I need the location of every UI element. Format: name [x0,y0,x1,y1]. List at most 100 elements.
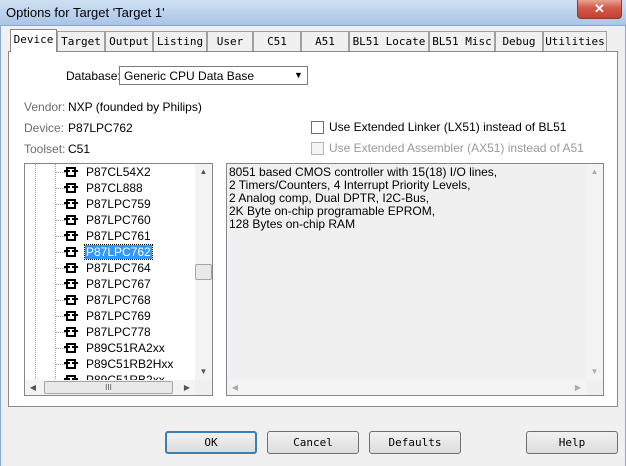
tree-item[interactable]: P87LPC768 [25,292,195,308]
vendor-value: NXP (founded by Philips) [68,100,202,114]
tree-connector-dash [56,364,65,365]
tree-connector-dash [56,188,65,189]
tree-horizontal-scrollbar[interactable]: ◀ III ▶ [25,380,195,395]
extended-linker-label[interactable]: Use Extended Linker (LX51) instead of BL… [329,120,566,134]
toolset-label: Toolset: [24,142,66,156]
scroll-right-icon[interactable]: ▶ [179,380,195,395]
tree-item-label: P87LPC761 [86,229,151,243]
ok-button[interactable]: OK [165,431,257,454]
device-label: Device: [24,121,65,135]
tab-target[interactable]: Target [57,31,105,51]
tab-device[interactable]: Device [10,29,57,52]
chip-icon [64,311,80,321]
tree-item[interactable]: P87LPC769 [25,308,195,324]
tree-item[interactable]: P87CL54X2 [25,164,195,180]
tab-utilities[interactable]: Utilities [543,31,607,51]
chip-icon [64,359,80,369]
tree-item-label: P87LPC760 [86,213,151,227]
tree-connector-dash [56,332,65,333]
tree-item-label: P87LPC762 [84,244,153,260]
tree-item[interactable]: P87LPC762 [25,244,195,260]
tree-vertical-scroll-thumb[interactable] [195,264,212,280]
chip-icon [64,247,80,257]
tree-connector-dash [56,300,65,301]
chip-icon [64,263,80,273]
description-horizontal-scrollbar[interactable]: ◀ ▶ [227,380,586,395]
tab-a51[interactable]: A51 [301,31,349,51]
scroll-down-icon[interactable]: ▼ [195,364,212,380]
tree-connector-dash [56,220,65,221]
tree-item-label: P87LPC764 [86,261,151,275]
tree-vertical-scrollbar[interactable]: ▲ ▼ [195,164,212,380]
extended-assembler-checkbox[interactable] [311,142,324,155]
tree-horizontal-scroll-thumb[interactable]: III [44,381,173,394]
tree-item[interactable]: P87CL888 [25,180,195,196]
chip-icon [64,231,80,241]
tree-connector-dash [56,268,65,269]
device-value: P87LPC762 [68,121,133,135]
tab-user[interactable]: User [207,31,253,51]
tree-item[interactable]: P87LPC764 [25,260,195,276]
tree-item-label: P87LPC769 [86,309,151,323]
chip-icon [64,183,80,193]
tab-output[interactable]: Output [105,31,153,51]
tree-item[interactable]: P87LPC759 [25,196,195,212]
chip-icon [64,343,80,353]
tree-item-label: P87LPC767 [86,277,151,291]
tree-connector-dash [56,316,65,317]
toolset-value: C51 [68,142,91,156]
tab-c51[interactable]: C51 [253,31,301,51]
tree-item[interactable]: P89C51RB2Hxx [25,356,195,372]
tree-item[interactable]: P89C51RA2xx [25,340,195,356]
database-select[interactable]: Generic CPU Data Base ▼ [119,66,308,85]
tree-connector-dash [56,252,65,253]
database-label: Database: [66,69,121,83]
tree-item-label: P87LPC768 [86,293,151,307]
scrollbar-corner [195,380,212,395]
scroll-left-icon[interactable]: ◀ [227,380,243,395]
tree-item-label: P87LPC759 [86,197,151,211]
device-description[interactable]: 8051 based CMOS controller with 15(18) I… [226,163,604,396]
tree-connector-dash [56,284,65,285]
tree-connector-dash [56,236,65,237]
window-title: Options for Target 'Target 1' [6,5,165,20]
tree-item[interactable]: P87LPC778 [25,324,195,340]
tree-connector-dash [56,348,65,349]
tree-connector-dash [56,204,65,205]
tree-guide-line [35,164,36,380]
chip-icon [64,215,80,225]
cancel-button[interactable]: Cancel [267,431,359,454]
device-tree-items: P87CL54X2 P87CL888 P87LPC759 P87LPC760 P87LP… [25,164,195,388]
tab-listing[interactable]: Listing [153,31,207,51]
chip-icon [64,295,80,305]
scroll-down-icon[interactable]: ▼ [586,364,603,380]
tree-item-label: P87CL54X2 [86,165,151,179]
tree-item-label: P89C51RB2Hxx [86,357,174,371]
defaults-button[interactable]: Defaults [369,431,461,454]
description-vertical-scrollbar[interactable]: ▲ ▼ [586,164,603,380]
extended-linker-checkbox[interactable] [311,121,324,134]
vendor-label: Vendor: [24,100,66,114]
tree-item[interactable]: P87LPC767 [25,276,195,292]
extended-assembler-label[interactable]: Use Extended Assembler (AX51) instead of… [329,141,584,155]
scroll-right-icon[interactable]: ▶ [570,380,586,395]
tab-bl51-misc[interactable]: BL51 Misc [429,31,495,51]
tab-debug[interactable]: Debug [495,31,543,51]
tab-bl51-locate[interactable]: BL51 Locate [349,31,429,51]
scroll-up-icon[interactable]: ▲ [586,164,603,180]
chip-icon [64,199,80,209]
title-bar[interactable]: Options for Target 'Target 1' ✕ [0,0,626,26]
tree-item[interactable]: P87LPC760 [25,212,195,228]
help-button[interactable]: Help [526,431,618,454]
scroll-up-icon[interactable]: ▲ [195,164,212,180]
description-line: 128 Bytes on-chip RAM [229,217,356,231]
close-button[interactable]: ✕ [577,0,622,19]
tree-item[interactable]: P87LPC761 [25,228,195,244]
database-value: Generic CPU Data Base [124,69,255,83]
device-tree[interactable]: P87CL54X2 P87CL888 P87LPC759 P87LPC760 P87LP… [24,163,213,396]
chip-icon [64,327,80,337]
dropdown-arrow-icon[interactable]: ▼ [290,67,307,84]
tree-item-label: P87CL888 [86,181,143,195]
chip-icon [64,279,80,289]
scroll-left-icon[interactable]: ◀ [25,380,41,395]
